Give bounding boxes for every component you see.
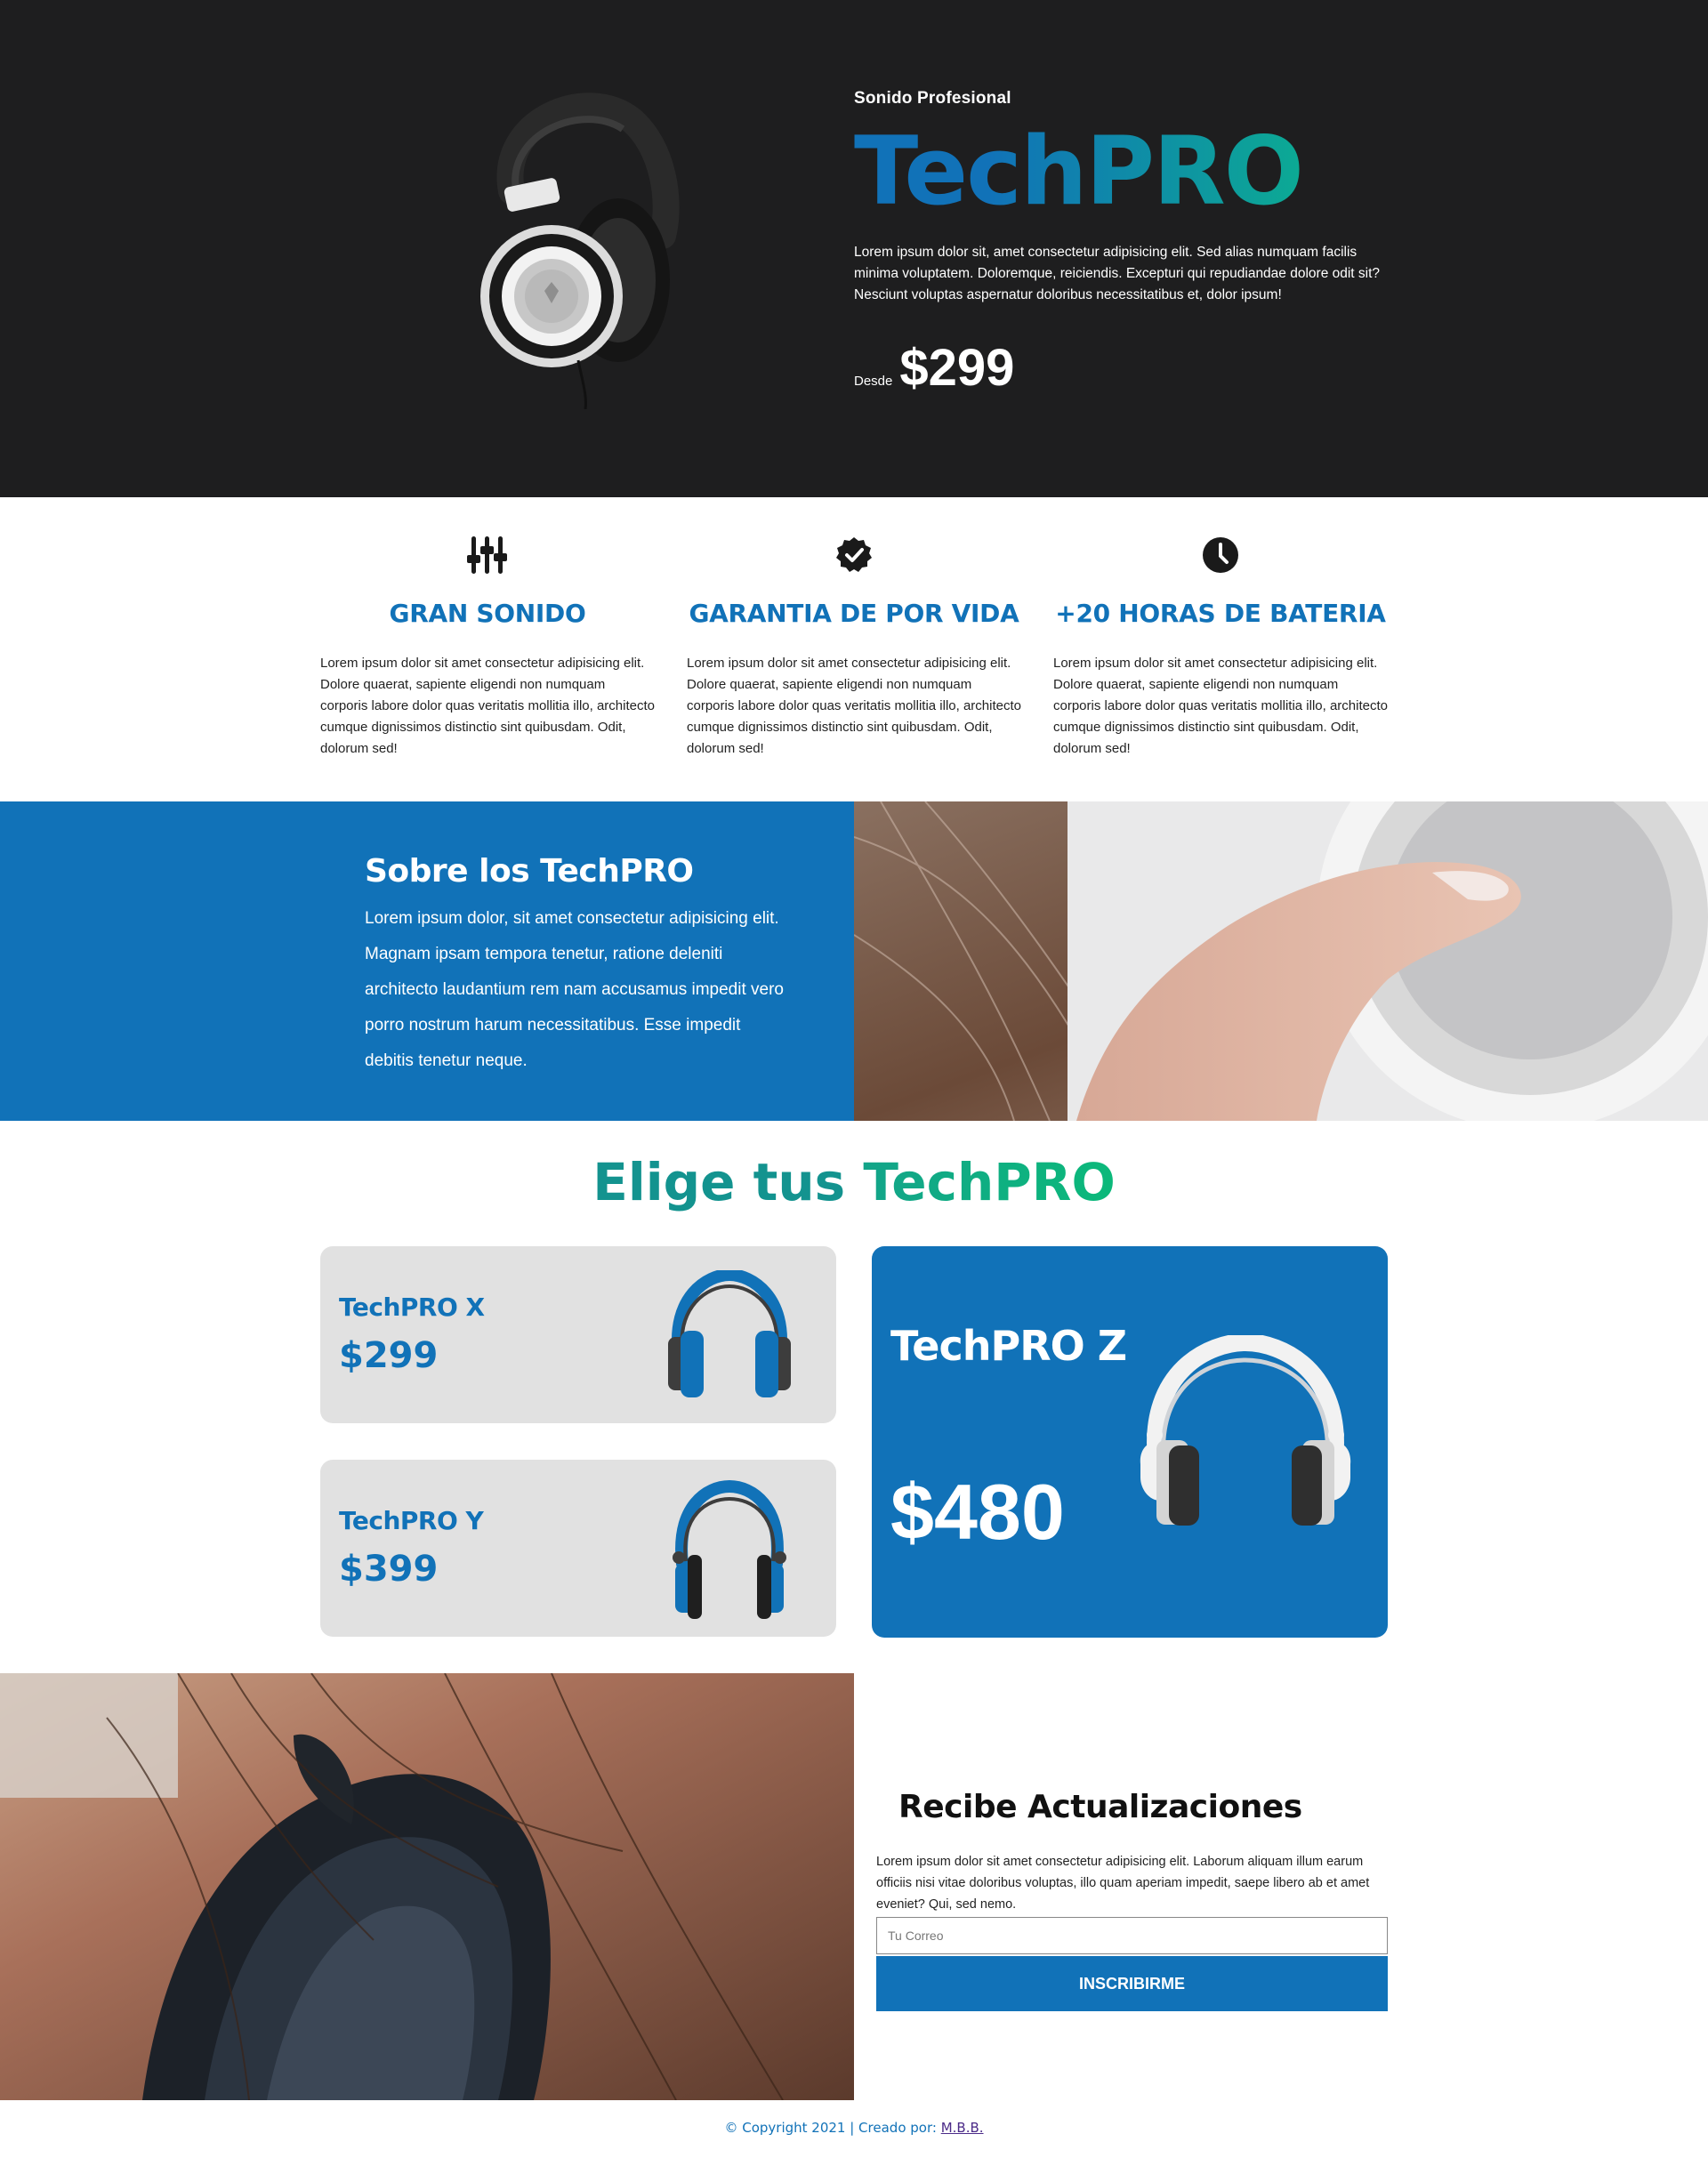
feature-title: +20 HORAS DE BATERIA <box>1055 599 1386 628</box>
about-photo <box>854 801 1708 1121</box>
hero-price-value: $299 <box>899 339 1015 397</box>
hero-price: Desde $299 <box>854 338 1388 398</box>
hero-title: TechPRO <box>854 125 1388 219</box>
hero-price-prefix: Desde <box>854 374 893 389</box>
subscribe-button[interactable]: INSCRIBIRME <box>876 1956 1388 2011</box>
product-card-z[interactable]: TechPRO Z $480 <box>872 1246 1388 1638</box>
product-name: TechPRO X <box>339 1292 485 1322</box>
feature-title: GRAN SONIDO <box>389 599 586 628</box>
feature-title: GARANTIA DE POR VIDA <box>689 599 1019 628</box>
newsletter-section: Recibe Actualizaciones Lorem ipsum dolor… <box>876 1673 1388 2100</box>
product-price: $480 <box>890 1468 1065 1556</box>
product-card-x[interactable]: TechPRO X $299 <box>320 1246 836 1423</box>
hero-tagline: Sonido Profesional <box>854 89 1011 108</box>
badge-check-icon <box>687 534 1021 576</box>
footer-copyright: © Copyright 2021 | Creado por: <box>724 2120 937 2136</box>
hero-section: Sonido Profesional TechPRO Lorem ipsum d… <box>0 0 1708 497</box>
about-text-panel: Sobre los TechPRO Lorem ipsum dolor, sit… <box>0 801 854 1121</box>
hero-headphones-image <box>463 85 694 410</box>
clock-icon <box>1053 534 1388 576</box>
newsletter-title: Recibe Actualizaciones <box>898 1789 1302 1825</box>
feature-battery: +20 HORAS DE BATERIA Lorem ipsum dolor s… <box>1053 534 1388 760</box>
product-name: TechPRO Z <box>890 1322 1127 1370</box>
choose-title: Elige tus TechPRO <box>0 1152 1708 1212</box>
hero-description: Lorem ipsum dolor sit, amet consectetur … <box>854 245 1381 302</box>
product-name: TechPRO Y <box>339 1506 484 1535</box>
newsletter-photo <box>0 1673 854 2100</box>
footer: © Copyright 2021 | Creado por: M.B.B. <box>0 2120 1708 2136</box>
hero-text: Sonido Profesional TechPRO Lorem ipsum d… <box>854 89 1388 398</box>
newsletter-text: Lorem ipsum dolor sit amet consectetur a… <box>876 1855 1370 1912</box>
feature-text: Lorem ipsum dolor sit amet consectetur a… <box>1053 656 1388 756</box>
product-price: $399 <box>339 1549 439 1590</box>
about-section: Sobre los TechPRO Lorem ipsum dolor, sit… <box>0 801 1708 1121</box>
features-section: GRAN SONIDO Lorem ipsum dolor sit amet c… <box>320 534 1388 760</box>
headphones-icon <box>663 1479 796 1626</box>
choose-title-part1: Elige tus <box>592 1152 846 1212</box>
product-card-y[interactable]: TechPRO Y $399 <box>320 1460 836 1637</box>
feature-warranty: GARANTIA DE POR VIDA Lorem ipsum dolor s… <box>687 534 1021 760</box>
sliders-icon <box>320 534 655 576</box>
headphones-icon <box>1130 1333 1361 1544</box>
footer-author-link[interactable]: M.B.B. <box>941 2120 984 2136</box>
feature-sound: GRAN SONIDO Lorem ipsum dolor sit amet c… <box>320 534 655 760</box>
email-input[interactable] <box>876 1917 1388 1954</box>
product-price: $299 <box>339 1335 439 1376</box>
about-text: Lorem ipsum dolor, sit amet consectetur … <box>365 909 784 1070</box>
about-title: Sobre los TechPRO <box>365 853 694 890</box>
headphones-icon <box>663 1268 796 1404</box>
choose-title-part2: TechPRO <box>863 1152 1116 1212</box>
feature-text: Lorem ipsum dolor sit amet consectetur a… <box>687 656 1021 756</box>
feature-text: Lorem ipsum dolor sit amet consectetur a… <box>320 656 655 756</box>
